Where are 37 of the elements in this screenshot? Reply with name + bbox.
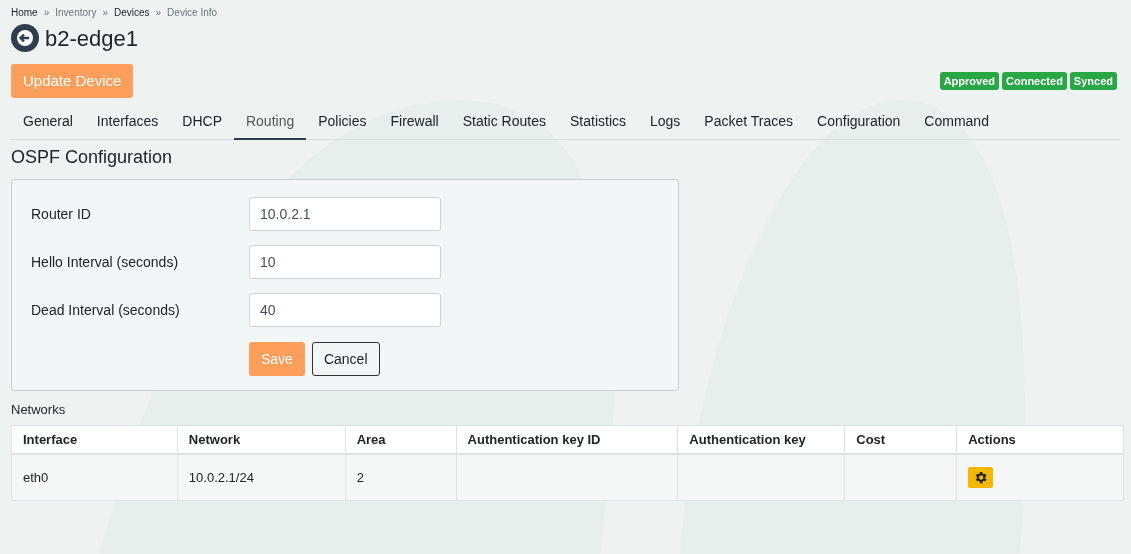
status-badge: Approved [939, 71, 999, 91]
field-label: Hello Interval (seconds) [31, 252, 180, 272]
tab[interactable]: Firewall [378, 104, 451, 139]
breadcrumb-separator: » [102, 5, 108, 20]
tab[interactable]: Command [912, 104, 1001, 139]
input-field[interactable]: 10.0.2.1 [249, 197, 441, 231]
tab[interactable]: Statistics [558, 104, 638, 139]
status-badge: Synced [1069, 71, 1117, 91]
input-field[interactable]: 10 [249, 245, 441, 279]
tab[interactable]: Configuration [805, 104, 913, 139]
breadcrumb-separator: » [155, 5, 162, 20]
table-cell: 10.0.2.1/24 [177, 454, 346, 500]
settings-icon [973, 469, 989, 485]
input-field[interactable]: 40 [249, 293, 441, 327]
tab[interactable]: Static Routes [450, 104, 558, 139]
tab[interactable]: Policies [306, 104, 379, 139]
tab[interactable]: DHCP [170, 104, 234, 139]
breadcrumb-link[interactable]: Devices [113, 4, 150, 20]
field-label: Dead Interval (seconds) [31, 300, 181, 320]
section-label: Networks [11, 401, 67, 419]
tab[interactable]: General [11, 104, 85, 139]
status-badge: Connected [1002, 71, 1067, 91]
breadcrumb-item: Device Info [167, 5, 218, 20]
table-cell: 2 [345, 454, 457, 500]
settings-button[interactable] [968, 466, 994, 488]
tab[interactable]: Interfaces [84, 104, 171, 139]
tab[interactable]: Routing [233, 104, 307, 140]
page-title: b2-edge1 [45, 24, 138, 53]
breadcrumb-link[interactable]: Home [11, 4, 38, 20]
section-title: OSPF Configuration [11, 146, 174, 169]
cancel-button[interactable]: Cancel [311, 342, 380, 376]
field-label: Router ID [31, 204, 92, 224]
tab[interactable]: Logs [638, 104, 693, 139]
breadcrumb-item: Inventory [55, 5, 97, 20]
tab[interactable]: Packet Traces [692, 104, 806, 139]
breadcrumb-separator: » [43, 5, 50, 20]
table-cell: eth0 [11, 454, 178, 500]
